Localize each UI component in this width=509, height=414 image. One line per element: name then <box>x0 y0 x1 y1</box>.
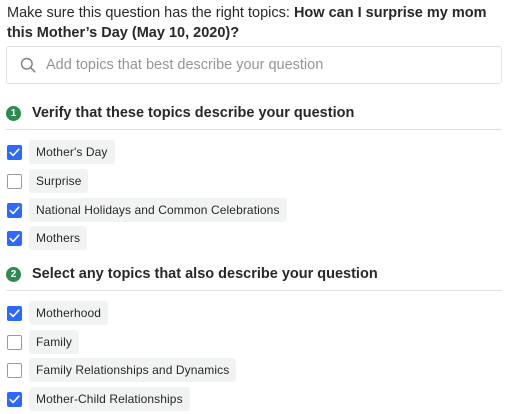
topic-chip[interactable]: Family <box>29 330 79 354</box>
topic-item[interactable]: Mothers <box>7 226 88 250</box>
intro-text: Make sure this question has the right to… <box>7 3 503 43</box>
topic-checkbox-unchecked[interactable] <box>7 173 22 189</box>
checkmark-icon <box>9 147 20 156</box>
topic-chip[interactable]: Family Relationships and Dynamics <box>29 358 237 382</box>
search-icon <box>19 56 37 74</box>
topic-search-input[interactable] <box>46 57 486 73</box>
topic-search-box[interactable] <box>6 46 502 84</box>
topic-item[interactable]: Motherhood <box>7 301 109 325</box>
step-badge-2: 2 <box>6 266 21 282</box>
intro-prefix: Make sure this question has the right to… <box>7 5 294 21</box>
topic-checkbox-unchecked[interactable] <box>7 362 22 378</box>
section-verify-title: Verify that these topics describe your q… <box>32 105 355 121</box>
topic-checkbox-checked[interactable] <box>7 305 22 321</box>
topic-item[interactable]: Family Relationships and Dynamics <box>7 358 237 382</box>
topic-item[interactable]: Surprise <box>7 169 89 193</box>
section-select-title: Select any topics that also describe you… <box>32 266 378 282</box>
topic-checkbox-checked[interactable] <box>7 202 22 218</box>
divider <box>6 129 502 130</box>
section-verify-header: 1 Verify that these topics describe your… <box>6 105 354 121</box>
step-badge-1: 1 <box>6 105 21 121</box>
topic-chip[interactable]: Mother-Child Relationships <box>29 387 190 411</box>
topic-chip[interactable]: Mother's Day <box>29 140 115 164</box>
divider <box>6 290 502 291</box>
checkmark-icon <box>9 233 20 242</box>
topic-item[interactable]: Mother's Day <box>7 140 115 164</box>
checkmark-icon <box>9 308 20 317</box>
topic-chip[interactable]: National Holidays and Common Celebration… <box>29 198 287 222</box>
topic-item[interactable]: Family <box>7 330 79 354</box>
section-select-header: 2 Select any topics that also describe y… <box>6 266 378 282</box>
topic-checkbox-checked[interactable] <box>7 230 22 246</box>
topic-item[interactable]: National Holidays and Common Celebration… <box>7 198 287 222</box>
checkmark-icon <box>9 205 20 214</box>
topic-checkbox-checked[interactable] <box>7 391 22 407</box>
checkmark-icon <box>9 394 20 403</box>
topic-chip[interactable]: Motherhood <box>29 301 109 325</box>
topic-chip[interactable]: Surprise <box>29 169 89 193</box>
topic-checkbox-unchecked[interactable] <box>7 334 22 350</box>
topic-chip[interactable]: Mothers <box>29 226 88 250</box>
topic-editor: Make sure this question has the right to… <box>0 0 509 414</box>
topic-item[interactable]: Mother-Child Relationships <box>7 387 190 411</box>
topic-checkbox-checked[interactable] <box>7 144 22 160</box>
